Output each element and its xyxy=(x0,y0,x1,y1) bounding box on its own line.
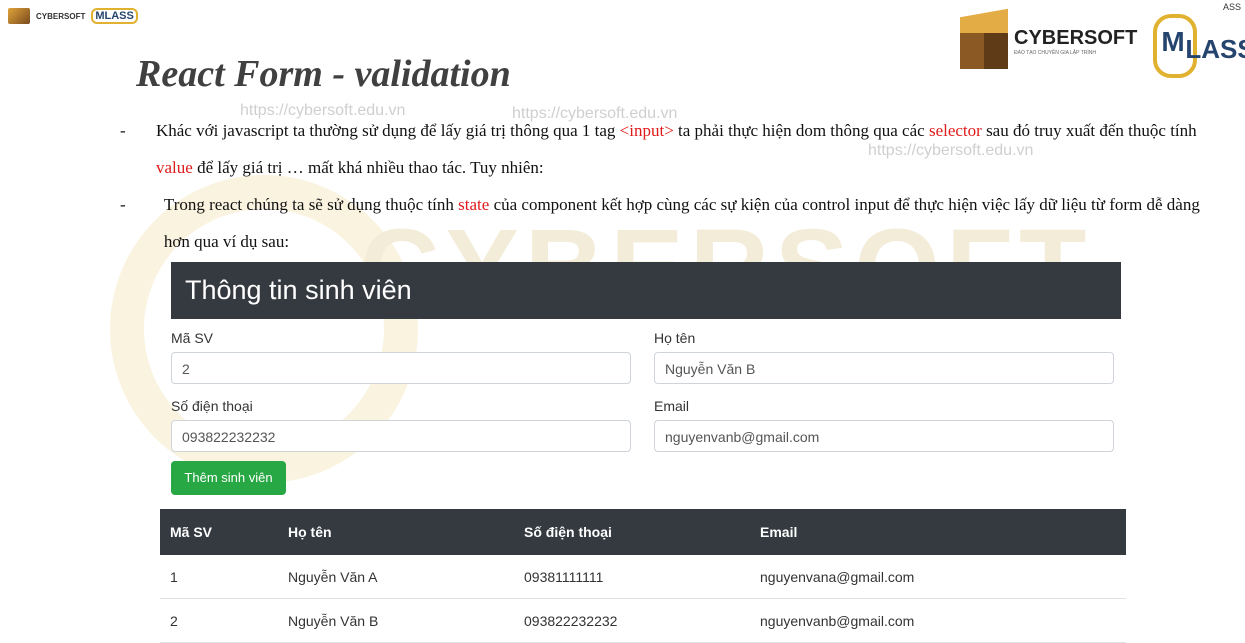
email-label: Email xyxy=(654,398,690,414)
ho-ten-field: Họ tên Nguyễn Văn B xyxy=(654,330,1114,384)
brand-tagline: ĐÀO TẠO CHUYÊN GIA LẬP TRÌNH xyxy=(1014,49,1096,56)
brand-logo: CYBERSOFT ĐÀO TẠO CHUYÊN GIA LẬP TRÌNH M… xyxy=(960,8,1245,78)
highlight-value: value xyxy=(155,158,193,177)
table-cell: nguyenvanb@gmail.com xyxy=(759,598,1126,643)
ma-sv-label: Mã SV xyxy=(171,330,214,346)
email-input[interactable]: nguyenvanb@gmail.com xyxy=(654,420,1114,452)
column-header: Mã SV xyxy=(170,524,213,540)
highlight-selector: selector xyxy=(928,121,982,140)
corner-mclass-logo: MLASS xyxy=(91,8,138,24)
ma-sv-input[interactable]: 2 xyxy=(171,352,631,384)
bullet-item: - Khác với javascript ta thường sử dụng … xyxy=(120,112,1230,186)
cube-logo-icon xyxy=(8,8,30,24)
table-cell: 09381111111 xyxy=(523,555,759,599)
table-cell: Nguyễn Văn B xyxy=(287,598,523,643)
highlight-state: state xyxy=(458,195,490,214)
add-student-button[interactable]: Thêm sinh viên xyxy=(171,461,286,495)
form-header: Thông tin sinh viên xyxy=(171,262,1121,319)
bullet-dash: - xyxy=(120,121,126,140)
bullet-text: Khác với javascript ta thường sử dụng để… xyxy=(155,121,1197,177)
table-cell: 2 xyxy=(160,598,287,643)
table-row[interactable]: 1 Nguyễn Văn A 09381111111 nguyenvana@gm… xyxy=(160,555,1126,599)
bullet-list: - Khác với javascript ta thường sử dụng … xyxy=(120,112,1230,260)
brand-name: CYBERSOFT xyxy=(1014,26,1138,49)
mclass-logo: M LASS xyxy=(1151,8,1245,78)
table-cell: Nguyễn Văn A xyxy=(287,555,523,599)
corner-brand-text: CYBERSOFT xyxy=(36,11,86,21)
column-header: Email xyxy=(760,524,798,540)
table-cell: nguyenvana@gmail.com xyxy=(759,555,1126,599)
column-header: Số điện thoại xyxy=(524,524,612,540)
bullet-text: Trong react chúng ta sẽ sử dụng thuộc tí… xyxy=(163,195,1200,251)
sdt-field: Số điện thoại 093822232232 xyxy=(171,398,631,452)
slide-title: React Form - validation xyxy=(136,53,511,95)
email-field: Email nguyenvanb@gmail.com xyxy=(654,398,1114,452)
table-row[interactable]: 2 Nguyễn Văn B 093822232232 nguyenvanb@g… xyxy=(160,598,1126,643)
form-heading: Thông tin sinh viên xyxy=(185,275,412,305)
highlight-input-tag: <input> xyxy=(619,121,674,140)
bullet-dash: - xyxy=(120,195,126,214)
sdt-input[interactable]: 093822232232 xyxy=(171,420,631,452)
cube-logo-icon xyxy=(960,8,1008,69)
table-header-row: Mã SV Họ tên Số điện thoại Email xyxy=(160,509,1126,555)
ma-sv-field: Mã SV 2 xyxy=(171,330,631,384)
ho-ten-input[interactable]: Nguyễn Văn B xyxy=(654,352,1114,384)
ho-ten-label: Họ tên xyxy=(654,330,696,346)
corner-logo: CYBERSOFT MLASS xyxy=(8,8,138,24)
student-table: Mã SV Họ tên Số điện thoại Email 1 Nguyễ… xyxy=(160,509,1126,643)
table-cell: 1 xyxy=(160,555,287,599)
sdt-label: Số điện thoại xyxy=(171,398,253,414)
table-cell: 093822232232 xyxy=(523,598,759,643)
column-header: Họ tên xyxy=(288,524,332,540)
bullet-item: - Trong react chúng ta sẽ sử dụng thuộc … xyxy=(120,186,1230,260)
